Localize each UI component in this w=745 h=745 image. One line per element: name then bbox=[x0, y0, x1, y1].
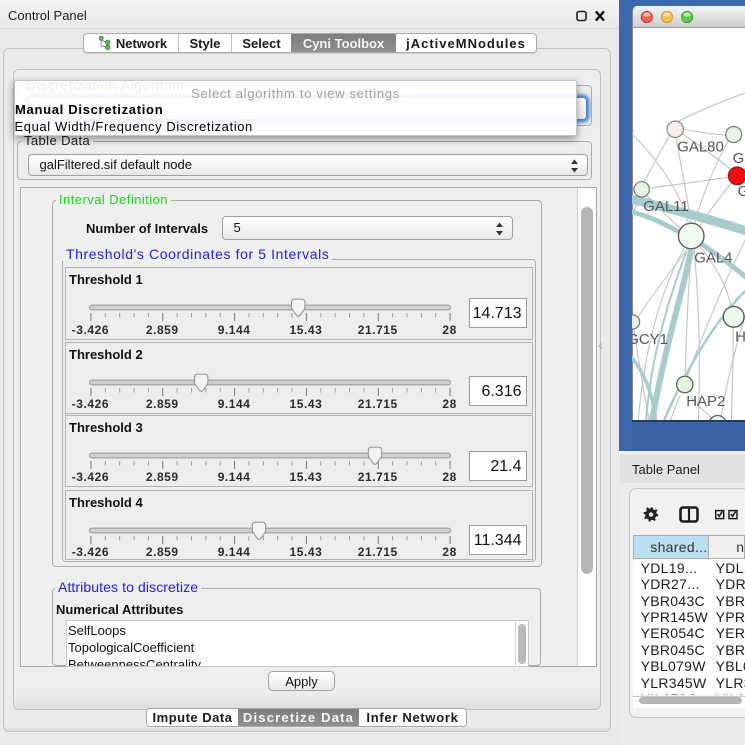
svg-text:H: H bbox=[735, 328, 745, 345]
svg-text:G..: G.. bbox=[732, 150, 744, 167]
svg-text:GAL4: GAL4 bbox=[694, 249, 732, 266]
svg-text:G: G bbox=[737, 183, 744, 200]
svg-text:GAL80: GAL80 bbox=[677, 139, 724, 156]
svg-text:GAL11: GAL11 bbox=[643, 198, 689, 215]
svg-text:GCY1: GCY1 bbox=[632, 331, 668, 348]
svg-text:HAP2: HAP2 bbox=[686, 393, 725, 410]
